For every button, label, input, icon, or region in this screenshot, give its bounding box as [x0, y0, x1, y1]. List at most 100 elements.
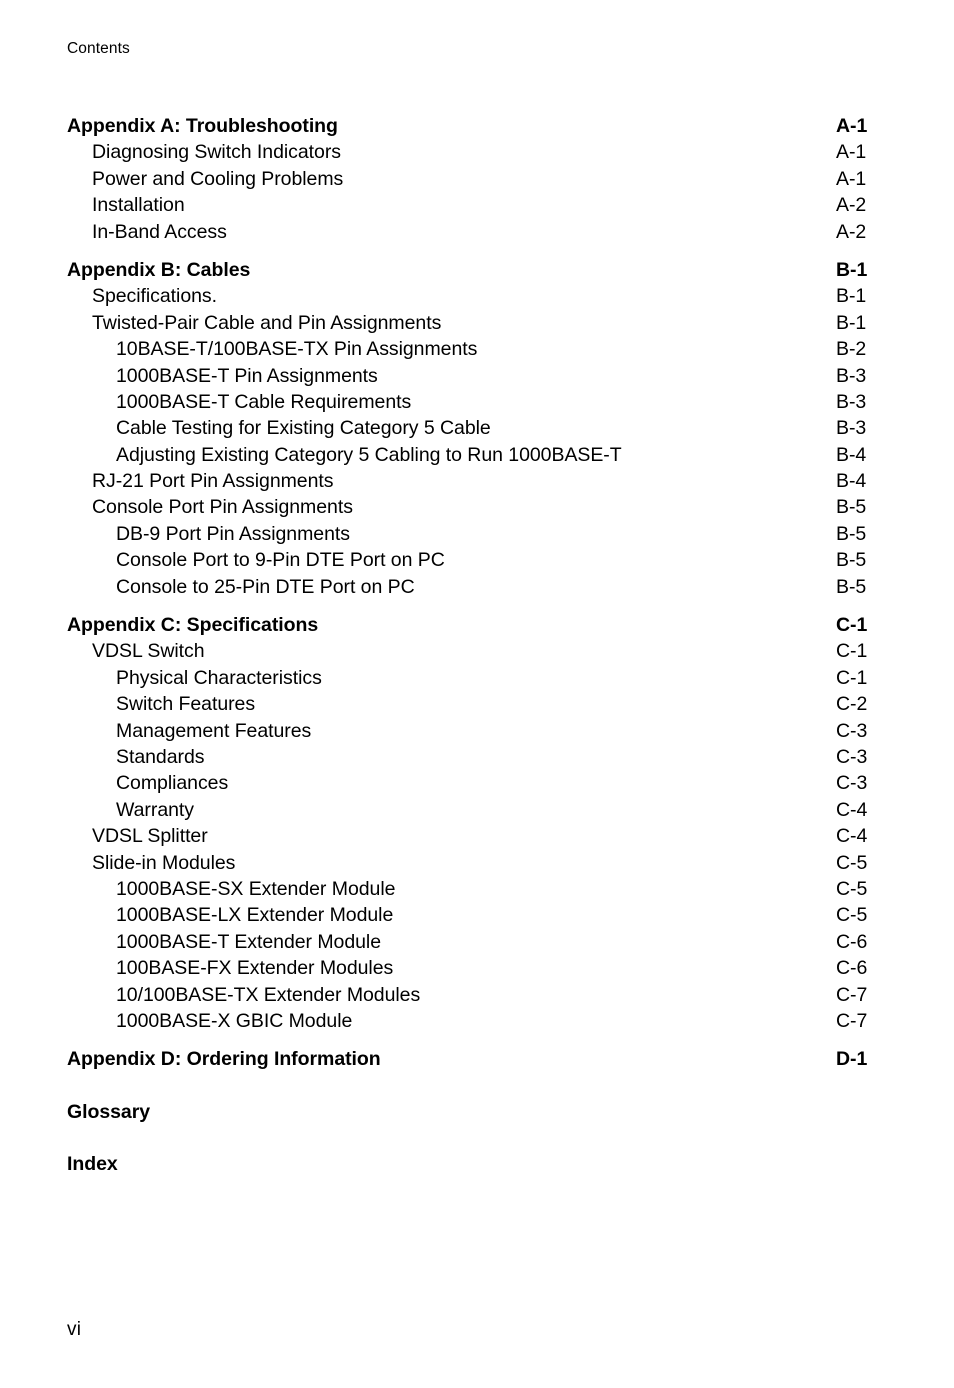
toc-entry[interactable]: Appendix C: Specifications C-1	[67, 612, 887, 638]
toc-entry-page-number: B-4	[836, 470, 867, 493]
toc-entry-page-number: C-5	[836, 877, 868, 900]
toc-entry[interactable]: Switch Features C-2	[67, 691, 887, 717]
toc-entry[interactable]: Power and Cooling Problems A-1	[67, 166, 887, 192]
toc-entry-page-number: C-1	[836, 614, 868, 637]
toc-entry[interactable]: Diagnosing Switch Indicators A-1	[67, 139, 887, 165]
toc-entry[interactable]: In-Band Access A-2	[67, 219, 887, 245]
toc-entry-title: 1000BASE-T Pin Assignments	[116, 364, 378, 387]
toc-entry[interactable]: Standards C-3	[67, 744, 887, 770]
toc-entry[interactable]: DB-9 Port Pin Assignments B-5	[67, 521, 887, 547]
toc-entry[interactable]: VDSL Switch C-1	[67, 638, 887, 664]
toc-entry[interactable]: Appendix A: Troubleshooting A-1	[67, 113, 887, 139]
toc-entry-title: Appendix B: Cables	[67, 258, 251, 281]
toc-entry-title: Installation	[92, 194, 185, 217]
toc-entry-title: Warranty	[116, 798, 194, 821]
toc-entry-title: Glossary	[67, 1100, 151, 1123]
toc-entry-page-number: A-2	[836, 220, 867, 243]
toc-entry-title: VDSL Splitter	[92, 825, 208, 848]
toc-entry[interactable]: VDSL Splitter C-4	[67, 823, 887, 849]
toc-entry-page-number: C-1	[836, 640, 868, 663]
toc-entry-page-number: C-6	[836, 930, 868, 953]
toc-entry-page-number: B-5	[836, 522, 867, 545]
running-header: Contents	[67, 40, 130, 57]
toc-entry-title: Appendix A: Troubleshooting	[67, 115, 338, 137]
toc-entry-page-number: A-1	[836, 141, 867, 164]
toc-entry-title: 1000BASE-T Extender Module	[116, 930, 381, 953]
toc-entry[interactable]: Adjusting Existing Category 5 Cabling to…	[67, 442, 887, 468]
toc-entry[interactable]: 100BASE-FX Extender Modules C-6	[67, 955, 887, 981]
toc-entry[interactable]: Console Port Pin Assignments B-5	[67, 494, 887, 520]
toc-entry[interactable]: 1000BASE-T Cable Requirements B-3	[67, 389, 887, 415]
toc-entry-page-number: B-5	[836, 575, 867, 598]
document-page: Contents Appendix A: Troubleshooting A-1 D…	[0, 0, 954, 1388]
toc-entry[interactable]: Physical Characteristics C-1	[67, 665, 887, 691]
toc-entry-title: Physical Characteristics	[116, 666, 322, 689]
toc-entry-page-number: B-2	[836, 338, 867, 361]
toc-entry-page-number: B-3	[836, 364, 867, 387]
toc-entry-title: Slide-in Modules	[92, 851, 236, 874]
toc-entry[interactable]: Installation A-2	[67, 192, 887, 218]
toc-entry-page-number: B-1	[836, 258, 868, 281]
toc-entry-page-number: C-3	[836, 745, 868, 768]
toc-entry[interactable]: Glossary	[67, 1099, 887, 1125]
toc-entry[interactable]: Appendix D: Ordering Information D-1	[67, 1046, 887, 1072]
toc-entry-page-number: A-1	[836, 115, 868, 137]
toc-entry-title: Compliances	[116, 772, 229, 795]
toc-entry-page-number: C-3	[836, 719, 868, 742]
table-of-contents: Appendix A: Troubleshooting A-1 Diagnosing…	[67, 101, 887, 1177]
toc-entry-title: 10/100BASE-TX Extender Modules	[116, 983, 421, 1006]
toc-entry-page-number: C-2	[836, 693, 868, 716]
toc-entry[interactable]: Compliances C-3	[67, 770, 887, 796]
toc-entry[interactable]: Appendix B: Cables B-1	[67, 257, 887, 283]
toc-entry-page-number: C-5	[836, 904, 868, 927]
toc-entry-page-number: B-4	[836, 443, 867, 466]
toc-entry[interactable]: Slide-in Modules C-5	[67, 850, 887, 876]
toc-entry-title: 1000BASE-LX Extender Module	[116, 904, 394, 927]
toc-entry-title: Console Port to 9-Pin DTE Port on PC	[116, 549, 445, 572]
toc-entry[interactable]: Warranty C-4	[67, 797, 887, 823]
toc-entry[interactable]: 1000BASE-SX Extender Module C-5	[67, 876, 887, 902]
page-folio: vi	[67, 1319, 82, 1340]
toc-entry-title: Diagnosing Switch Indicators	[92, 141, 341, 164]
toc-entry[interactable]: 10/100BASE-TX Extender Modules C-7	[67, 982, 887, 1008]
toc-entry-page-number: C-5	[836, 851, 868, 874]
toc-entry[interactable]: Twisted-Pair Cable and Pin Assignments B-…	[67, 310, 887, 336]
toc-entry[interactable]: Index	[67, 1151, 887, 1177]
toc-entry-title: Standards	[116, 745, 205, 768]
toc-entry-title: Switch Features	[116, 693, 256, 716]
toc-entry[interactable]: Specifications. B-1	[67, 283, 887, 309]
toc-entry-title: DB-9 Port Pin Assignments	[116, 522, 350, 545]
toc-entry[interactable]: RJ-21 Port Pin Assignments B-4	[67, 468, 887, 494]
toc-entry-title: RJ-21 Port Pin Assignments	[92, 470, 334, 493]
toc-entry[interactable]: Management Features C-3	[67, 718, 887, 744]
toc-entry-title: 1000BASE-X GBIC Module	[116, 1009, 353, 1032]
toc-entry-title: 1000BASE-T Cable Requirements	[116, 390, 412, 413]
toc-entry-title: 1000BASE-SX Extender Module	[116, 877, 396, 900]
toc-entry-page-number: B-5	[836, 549, 867, 572]
toc-entry-page-number: C-4	[836, 798, 868, 821]
toc-entry[interactable]: 1000BASE-X GBIC Module C-7	[67, 1008, 887, 1034]
toc-entry-page-number: C-3	[836, 772, 868, 795]
toc-entry[interactable]: 10BASE-T/100BASE-TX Pin Assignments B-2	[67, 336, 887, 362]
toc-entry-page-number: D-1	[836, 1048, 868, 1071]
toc-entry-title: Power and Cooling Problems	[92, 167, 344, 190]
toc-entry-page-number: B-5	[836, 496, 867, 519]
toc-entry-title: Adjusting Existing Category 5 Cabling to…	[116, 443, 622, 466]
toc-entry-page-number: B-1	[836, 311, 867, 334]
toc-entry-title: Management Features	[116, 719, 312, 742]
toc-entry[interactable]: 1000BASE-T Extender Module C-6	[67, 929, 887, 955]
toc-entry-page-number: C-4	[836, 825, 868, 848]
toc-entry-title: Appendix D: Ordering Information	[67, 1048, 381, 1071]
toc-entry-title: Twisted-Pair Cable and Pin Assignments	[92, 311, 442, 334]
toc-entry-title: Console Port Pin Assignments	[92, 496, 353, 519]
toc-entry[interactable]: Console Port to 9-Pin DTE Port on PC B-5	[67, 547, 887, 573]
toc-entry[interactable]: 1000BASE-T Pin Assignments B-3	[67, 363, 887, 389]
toc-entry-page-number: C-7	[836, 983, 868, 1006]
toc-entry-title: 100BASE-FX Extender Modules	[116, 957, 394, 980]
toc-entry-title: Cable Testing for Existing Category 5 Ca…	[116, 417, 491, 440]
toc-entry-page-number: A-1	[836, 167, 867, 190]
toc-entry[interactable]: Cable Testing for Existing Category 5 Ca…	[67, 415, 887, 441]
toc-entry[interactable]: Console to 25-Pin DTE Port on PC B-5	[67, 574, 887, 600]
toc-entry-title: 10BASE-T/100BASE-TX Pin Assignments	[116, 338, 478, 361]
toc-entry[interactable]: 1000BASE-LX Extender Module C-5	[67, 902, 887, 928]
